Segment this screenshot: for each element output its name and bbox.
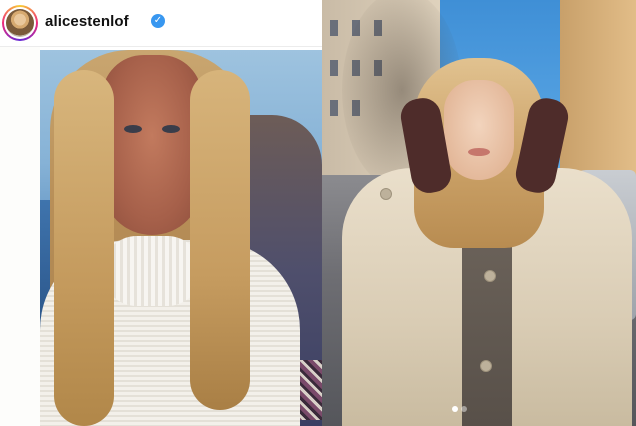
face (102, 55, 202, 235)
coat-button (480, 360, 492, 372)
right-building (560, 0, 636, 180)
hair-right-strands (190, 70, 250, 410)
left-eye (124, 125, 142, 133)
post-header: alicestenlof ✓ (0, 0, 322, 47)
window (330, 20, 338, 36)
avatar-image (6, 9, 34, 37)
window (330, 100, 338, 116)
carousel-indicator (452, 406, 472, 414)
avatar[interactable] (4, 7, 36, 39)
carousel-dot-active[interactable] (452, 406, 458, 412)
verified-badge-icon: ✓ (151, 14, 165, 28)
instagram-post-panel: alicestenlof ✓ (0, 0, 322, 426)
carousel-dot[interactable] (461, 406, 467, 412)
face (444, 80, 514, 180)
coat-button (484, 270, 496, 282)
left-gutter (0, 47, 40, 426)
username-link[interactable]: alicestenlof (45, 13, 129, 30)
lips (468, 148, 490, 156)
right-eye (162, 125, 180, 133)
turtleneck-collar (102, 236, 202, 306)
post-photo-sea-selfie[interactable] (40, 50, 322, 426)
window (330, 60, 338, 76)
post-photo-street-portrait[interactable] (322, 0, 636, 426)
story-ring[interactable] (2, 5, 38, 41)
coat-button (380, 188, 392, 200)
hair-left-strands (54, 70, 114, 426)
